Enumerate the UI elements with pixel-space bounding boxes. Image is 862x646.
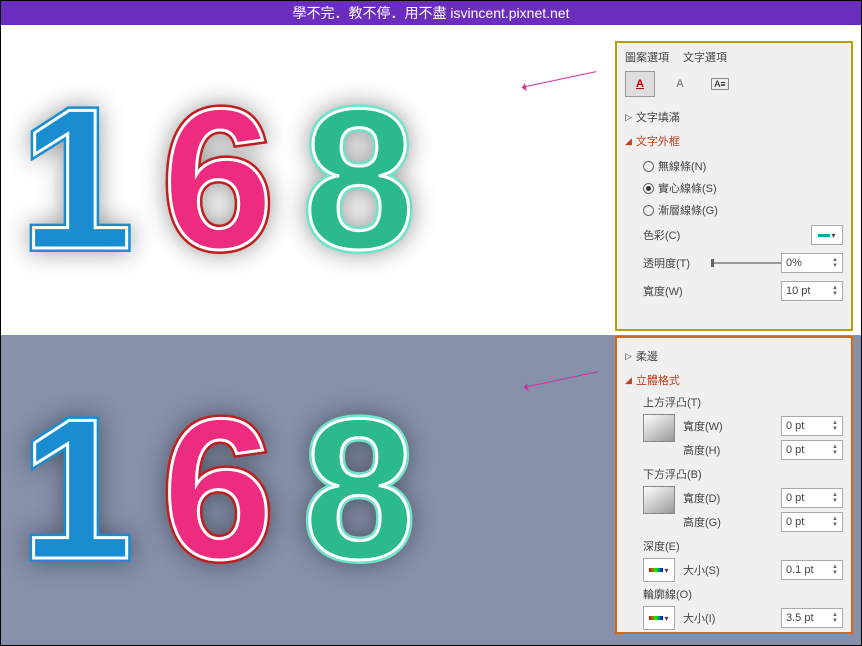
bottom-bevel-height[interactable]: 0 pt▲▼	[781, 512, 843, 532]
bottom-bevel-width[interactable]: 0 pt▲▼	[781, 488, 843, 508]
sample-number-1: 1	[21, 65, 132, 295]
bottom-bevel-group: 寬度(D)0 pt▲▼ 高度(G)0 pt▲▼	[643, 482, 843, 538]
bottom-bevel-picker[interactable]	[643, 486, 675, 514]
sample-number-6: 6	[162, 65, 273, 295]
section-soft-edges[interactable]: ▷柔邊	[625, 344, 843, 368]
label-bottom-bevel: 下方浮凸(B)	[643, 466, 843, 482]
color-picker[interactable]: ▾	[811, 225, 843, 245]
app-window: 學不完．教不停．用不盡 isvincent.pixnet.net 1 6 8 1…	[0, 0, 862, 646]
text-box-icon[interactable]: A≡	[705, 71, 735, 97]
icon-toolbar: A A A≡	[625, 71, 843, 97]
content-area: 1 6 8 1 6 8 圖案選項 文字選項 A A A≡ ▷文字填滿	[1, 25, 861, 645]
depth-color-picker[interactable]: ▾	[643, 558, 675, 582]
radio-gradient-line[interactable]: 漸層線條(G)	[643, 199, 843, 221]
radio-solid-line[interactable]: 實心線條(S)	[643, 177, 843, 199]
chevron-right-icon: ▷	[625, 112, 632, 123]
tab-shape-options[interactable]: 圖案選項	[625, 49, 669, 65]
contour-group: ▾ 大小(I)3.5 pt▲▼	[643, 602, 843, 634]
section-text-fill[interactable]: ▷文字填滿	[625, 105, 843, 129]
sample-number-6b: 6	[162, 375, 273, 605]
outline-options: 無線條(N) 實心線條(S) 漸層線條(G) 色彩(C) ▾ 透明度(T) 0%…	[625, 155, 843, 305]
chevron-right-icon: ▷	[625, 351, 632, 362]
width-input[interactable]: 10 pt▲▼	[781, 281, 843, 301]
tab-text-options[interactable]: 文字選項	[683, 49, 727, 65]
label-top-bevel: 上方浮凸(T)	[643, 394, 843, 410]
panel-tabs: 圖案選項 文字選項	[625, 49, 843, 65]
top-bevel-height[interactable]: 0 pt▲▼	[781, 440, 843, 460]
chevron-down-icon: ◢	[625, 375, 632, 386]
top-bevel-group: 寬度(W)0 pt▲▼ 高度(H)0 pt▲▼	[643, 410, 843, 466]
field-transparency: 透明度(T) 0%▲▼	[643, 249, 843, 277]
section-3d-format[interactable]: ◢立體格式 上方浮凸(T) 寬度(W)0 pt▲▼ 高度(H)0 pt▲▼ 下方…	[625, 368, 843, 638]
transparency-input[interactable]: 0%▲▼	[781, 253, 843, 273]
section-text-outline[interactable]: ◢文字外框 無線條(N) 實心線條(S) 漸層線條(G) 色彩(C) ▾ 透明度…	[625, 129, 843, 309]
radio-no-line[interactable]: 無線條(N)	[643, 155, 843, 177]
3d-options: 上方浮凸(T) 寬度(W)0 pt▲▼ 高度(H)0 pt▲▼ 下方浮凸(B) …	[625, 394, 843, 634]
label-depth: 深度(E)	[643, 538, 843, 554]
chevron-down-icon: ◢	[625, 136, 632, 147]
field-width: 寬度(W) 10 pt▲▼	[643, 277, 843, 305]
contour-color-picker[interactable]: ▾	[643, 606, 675, 630]
depth-size[interactable]: 0.1 pt▲▼	[781, 560, 843, 580]
field-color: 色彩(C) ▾	[643, 221, 843, 249]
text-effects-icon[interactable]: A	[665, 71, 695, 97]
transparency-slider[interactable]	[711, 262, 781, 264]
sample-number-1b: 1	[21, 375, 132, 605]
top-bevel-width[interactable]: 0 pt▲▼	[781, 416, 843, 436]
format-panel-outline: 圖案選項 文字選項 A A A≡ ▷文字填滿 ◢文字外框 無線條(N) 實心線條…	[615, 41, 853, 331]
label-contour: 輪廓線(O)	[643, 586, 843, 602]
depth-group: ▾ 大小(S)0.1 pt▲▼	[643, 554, 843, 586]
text-fill-outline-icon[interactable]: A	[625, 71, 655, 97]
sample-number-8: 8	[303, 65, 414, 295]
format-panel-3d: ▷柔邊 ◢立體格式 上方浮凸(T) 寬度(W)0 pt▲▼ 高度(H)0 pt▲…	[615, 336, 853, 634]
header-banner: 學不完．教不停．用不盡 isvincent.pixnet.net	[1, 1, 861, 25]
sample-number-8b: 8	[303, 375, 414, 605]
contour-size[interactable]: 3.5 pt▲▼	[781, 608, 843, 628]
top-bevel-picker[interactable]	[643, 414, 675, 442]
